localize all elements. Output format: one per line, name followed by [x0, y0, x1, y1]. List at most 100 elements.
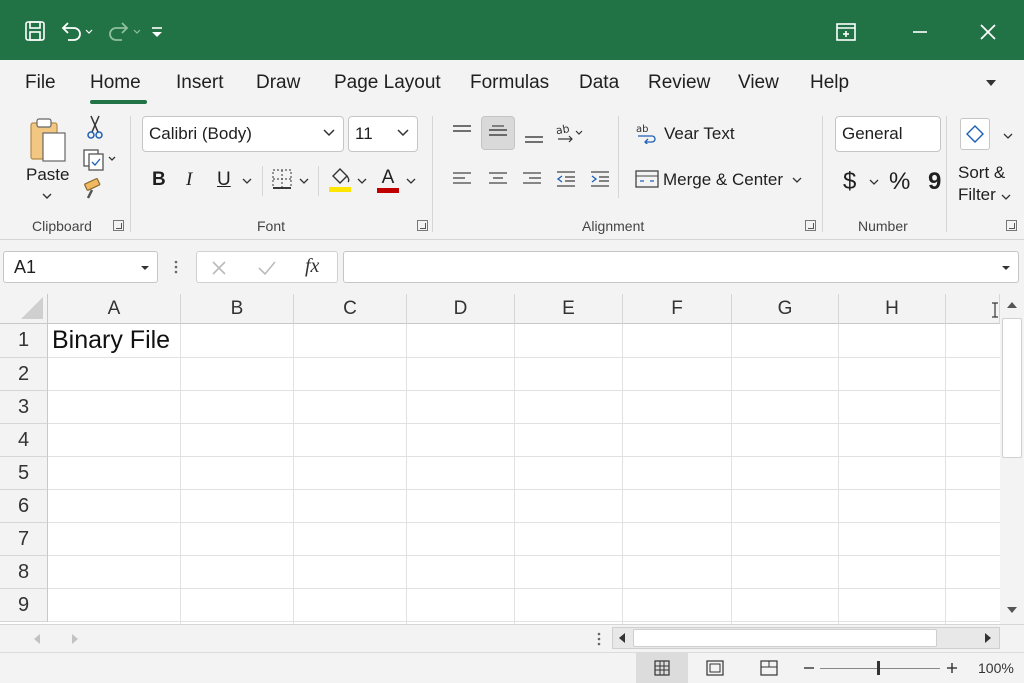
font-size-select[interactable]: 11: [348, 116, 418, 152]
row-header-2[interactable]: 2: [0, 358, 48, 391]
align-middle-icon[interactable]: [481, 116, 515, 150]
select-all-corner[interactable]: [0, 294, 48, 324]
align-center-icon[interactable]: [484, 166, 512, 192]
insert-function-icon[interactable]: fx: [305, 255, 319, 278]
tab-draw[interactable]: Draw: [256, 72, 300, 94]
format-painter-icon[interactable]: [82, 178, 106, 200]
scroll-right-icon[interactable]: [983, 632, 993, 644]
tab-page-layout[interactable]: Page Layout: [334, 72, 441, 94]
paste-icon[interactable]: [22, 114, 72, 166]
underline-button[interactable]: U: [217, 169, 231, 191]
vertical-scroll-thumb[interactable]: [1002, 318, 1022, 458]
row-header-3[interactable]: 3: [0, 391, 48, 424]
vertical-scrollbar[interactable]: [1000, 294, 1024, 624]
row-header-9[interactable]: 9: [0, 589, 48, 622]
undo-icon[interactable]: [60, 18, 94, 44]
row-header-1[interactable]: 1: [0, 324, 48, 358]
editing-launcher-icon[interactable]: [1006, 220, 1017, 231]
font-launcher-icon[interactable]: [417, 220, 428, 231]
font-color-button[interactable]: A: [376, 166, 400, 194]
column-header-g[interactable]: G: [732, 294, 839, 324]
column-header-h[interactable]: H: [839, 294, 946, 324]
zoom-level[interactable]: 100%: [978, 660, 1014, 676]
tab-review[interactable]: Review: [648, 72, 710, 94]
decrease-indent-icon[interactable]: [552, 166, 580, 192]
merge-center-button[interactable]: Merge & Center: [663, 170, 783, 190]
worksheet-grid[interactable]: A B C D E F G H 1 2 3 4 5 6 7 8 9 Binary…: [0, 294, 1000, 624]
merge-dropdown-icon[interactable]: [792, 176, 802, 184]
cut-icon[interactable]: [84, 114, 106, 140]
zoom-slider-thumb[interactable]: [877, 661, 880, 675]
ribbon-display-icon[interactable]: [826, 14, 866, 50]
close-icon[interactable]: [968, 14, 1008, 50]
column-header-c[interactable]: C: [294, 294, 407, 324]
sort-filter-icon[interactable]: [960, 118, 990, 150]
expand-formula-icon[interactable]: [1001, 264, 1011, 272]
column-header-d[interactable]: D: [407, 294, 515, 324]
name-box-dropdown-icon[interactable]: [140, 264, 150, 272]
align-top-icon[interactable]: [448, 118, 476, 146]
scroll-up-icon[interactable]: [1004, 299, 1020, 311]
split-handle-icon[interactable]: [596, 631, 602, 647]
tab-view[interactable]: View: [738, 72, 779, 94]
clipboard-launcher-icon[interactable]: [113, 220, 124, 231]
filter-dropdown-icon[interactable]: [1001, 193, 1011, 201]
borders-icon[interactable]: [270, 166, 294, 192]
align-left-icon[interactable]: [448, 166, 476, 192]
page-layout-view-icon[interactable]: [706, 660, 724, 676]
cancel-icon[interactable]: [211, 260, 227, 276]
column-header-e[interactable]: E: [515, 294, 623, 324]
percent-button[interactable]: %: [889, 168, 910, 196]
alignment-launcher-icon[interactable]: [805, 220, 816, 231]
row-header-4[interactable]: 4: [0, 424, 48, 457]
horizontal-scrollbar[interactable]: [612, 627, 1000, 649]
column-header-b[interactable]: B: [181, 294, 294, 324]
column-header-a[interactable]: A: [48, 294, 181, 324]
font-name-select[interactable]: Calibri (Body): [142, 116, 344, 152]
cell-a1[interactable]: Binary File: [52, 326, 170, 355]
copy-icon[interactable]: [82, 148, 118, 172]
drag-handle-icon[interactable]: [173, 259, 179, 275]
italic-button[interactable]: I: [186, 169, 192, 191]
tab-home[interactable]: Home: [90, 72, 141, 94]
orientation-icon[interactable]: ab: [554, 120, 584, 148]
row-header-7[interactable]: 7: [0, 523, 48, 556]
normal-view-button[interactable]: [636, 653, 688, 683]
zoom-in-icon[interactable]: [946, 662, 958, 674]
wrap-text-button[interactable]: Vear Text: [664, 124, 735, 144]
row-header-5[interactable]: 5: [0, 457, 48, 490]
horizontal-scroll-thumb[interactable]: [633, 629, 937, 647]
row-header-6[interactable]: 6: [0, 490, 48, 523]
scroll-down-icon[interactable]: [1004, 604, 1020, 616]
zoom-out-icon[interactable]: [803, 666, 815, 670]
customize-qat-icon[interactable]: [150, 18, 164, 44]
align-right-icon[interactable]: [518, 166, 546, 192]
formula-input[interactable]: [343, 251, 1019, 283]
number-format-select[interactable]: General: [835, 116, 941, 152]
name-box[interactable]: A1: [3, 251, 158, 283]
page-break-preview-icon[interactable]: [760, 660, 778, 676]
sort-dropdown-icon[interactable]: [1003, 132, 1013, 140]
font-color-dropdown-icon[interactable]: [406, 177, 416, 185]
enter-check-icon[interactable]: [257, 260, 277, 276]
fill-color-icon[interactable]: [327, 166, 353, 194]
currency-dropdown-icon[interactable]: [869, 178, 879, 186]
comma-style-button[interactable]: 9: [928, 168, 941, 196]
redo-icon[interactable]: [104, 18, 144, 44]
borders-dropdown-icon[interactable]: [299, 177, 309, 185]
save-icon[interactable]: [24, 18, 46, 44]
tab-formulas[interactable]: Formulas: [470, 72, 549, 94]
tab-help[interactable]: Help: [810, 72, 849, 94]
scroll-left-icon[interactable]: [617, 632, 627, 644]
minimize-icon[interactable]: [900, 14, 940, 50]
increase-indent-icon[interactable]: [586, 166, 614, 192]
align-bottom-icon[interactable]: [520, 122, 548, 150]
tab-file[interactable]: File: [25, 72, 56, 94]
fill-color-dropdown-icon[interactable]: [357, 177, 367, 185]
paste-button[interactable]: Paste: [26, 165, 69, 185]
filter-label[interactable]: Filter: [958, 185, 996, 205]
currency-button[interactable]: $: [843, 168, 856, 196]
ribbon-options-icon[interactable]: [984, 77, 998, 89]
sort-label[interactable]: Sort &: [958, 163, 1005, 183]
column-header-f[interactable]: F: [623, 294, 732, 324]
